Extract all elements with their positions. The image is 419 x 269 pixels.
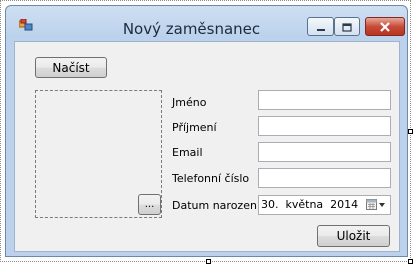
resize-handle-right[interactable] [408, 129, 413, 134]
phone-label: Telefonní číslo [172, 172, 250, 185]
birth-date-picker[interactable]: 30. května 2014 [258, 195, 391, 215]
minimize-icon [316, 17, 326, 36]
maximize-button[interactable] [334, 17, 360, 36]
birth-date-value: 30. května 2014 [261, 198, 359, 211]
email-input[interactable] [258, 142, 391, 162]
save-button[interactable]: Uložit [317, 225, 390, 247]
minimize-button[interactable] [307, 17, 334, 36]
email-label: Email [172, 146, 203, 159]
resize-handle-corner[interactable] [408, 259, 413, 264]
resize-handle-bottom[interactable] [206, 259, 211, 264]
form-client-area: Načíst ... Jméno Příjmení Email Telefonn… [14, 41, 400, 252]
form-window: Nový zaměsnanec Načíst ... Jméno Příjmen… [5, 5, 408, 257]
close-icon [379, 17, 391, 36]
first-name-label: Jméno [172, 96, 207, 109]
load-button[interactable]: Načíst [35, 57, 107, 78]
maximize-icon [342, 17, 352, 36]
birth-date-label: Datum narození [172, 199, 260, 212]
last-name-label: Příjmení [172, 121, 217, 134]
first-name-input[interactable] [258, 90, 391, 110]
calendar-dropdown-icon[interactable] [366, 199, 386, 217]
close-button[interactable] [365, 17, 405, 36]
phone-input[interactable] [258, 168, 391, 188]
title-bar[interactable]: Nový zaměsnanec [6, 6, 407, 38]
last-name-input[interactable] [258, 116, 391, 136]
browse-button[interactable]: ... [138, 194, 161, 215]
